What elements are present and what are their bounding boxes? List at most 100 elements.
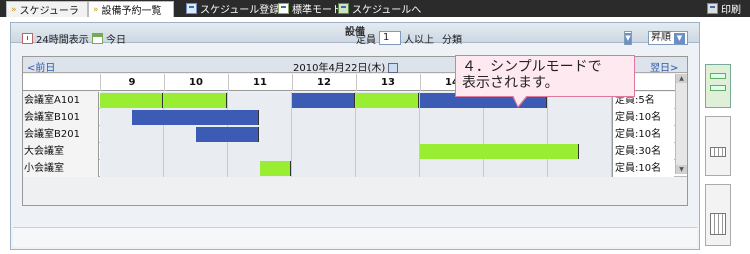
calendar-icon	[92, 32, 103, 44]
printer-icon	[707, 3, 718, 14]
room-capacity: 定員:30名	[612, 143, 674, 160]
hour-label: 10	[189, 77, 203, 88]
time-slot-cell[interactable]	[548, 126, 612, 143]
timeline-view-thumbnail[interactable]	[705, 116, 731, 176]
time-slot-cell[interactable]	[164, 143, 228, 160]
capacity-filter: 定員 1 人以上	[356, 30, 434, 46]
time-slot-cell[interactable]	[100, 126, 164, 143]
reservation-bar[interactable]	[356, 93, 419, 108]
to-schedule-button[interactable]: スケジュールへ	[338, 1, 421, 16]
vertical-scrollbar[interactable]: ▲ ▼	[675, 74, 687, 174]
time-slot-cell[interactable]	[292, 143, 356, 160]
room-row: 会議室B201 定員:10名	[23, 126, 687, 143]
print-label: 印刷	[721, 5, 741, 16]
double-chevron-icon: »	[93, 4, 99, 15]
hour-divider	[292, 74, 293, 91]
hour-divider	[100, 74, 101, 91]
time-slot-cell[interactable]	[420, 160, 484, 177]
hour-divider	[356, 74, 357, 91]
today-label: 今日	[106, 34, 126, 46]
hour-divider	[420, 74, 421, 91]
clock-icon	[22, 32, 33, 44]
time-slot-cell[interactable]	[356, 143, 420, 160]
room-name[interactable]: 会議室A101	[23, 92, 99, 109]
time-slot-cell[interactable]	[420, 126, 484, 143]
time-slot-cell[interactable]	[356, 160, 420, 177]
reservation-bar[interactable]	[420, 144, 579, 159]
controls-row: 24時間表示 今日 定員 1 人以上 分類 ▼ 昇順 ▼	[22, 30, 688, 46]
capacity-suffix: 人以上	[404, 34, 434, 46]
grid-view-thumbnail[interactable]	[705, 184, 731, 246]
time-slot-cell[interactable]	[292, 109, 356, 126]
capacity-label: 定員	[356, 34, 376, 46]
grid-view-icon	[710, 213, 726, 235]
standard-mode-button[interactable]: 標準モード	[278, 1, 342, 16]
reservation-bar[interactable]	[100, 93, 163, 108]
room-row: 小会議室 定員:10名	[23, 160, 687, 177]
next-day-link[interactable]: 翌日>	[650, 59, 678, 74]
hour-divider	[164, 74, 165, 91]
time-slot-cell[interactable]	[228, 143, 292, 160]
time-slot-cell[interactable]	[100, 160, 164, 177]
time-slot-cell[interactable]	[548, 109, 612, 126]
time-slot-cell[interactable]	[228, 92, 292, 109]
panel-footer	[13, 227, 697, 247]
room-capacity: 定員:10名	[612, 109, 674, 126]
sort-order-select[interactable]: 昇順 ▼	[648, 30, 688, 46]
print-button[interactable]: 印刷	[707, 1, 741, 16]
tutorial-callout: ４．シンプルモードで 表示されます。	[455, 55, 635, 97]
current-date: 2010年4月22日(木)	[293, 59, 399, 74]
reservation-bar[interactable]	[260, 161, 291, 176]
room-capacity: 定員:10名	[612, 160, 674, 177]
time-slot-cell[interactable]	[356, 126, 420, 143]
time-slot-cell[interactable]	[484, 160, 548, 177]
reservation-bar[interactable]	[292, 93, 355, 108]
display-24h-button[interactable]: 24時間表示	[22, 30, 89, 46]
time-slot-cell[interactable]	[164, 160, 228, 177]
time-slot-cell[interactable]	[420, 109, 484, 126]
tab-facility-list-label: 設備予約一覧	[101, 6, 162, 17]
reservation-bar[interactable]	[132, 110, 259, 125]
schedule-register-button[interactable]: スケジュール登録	[186, 1, 279, 16]
tab-facility-list[interactable]: » 設備予約一覧	[88, 1, 174, 17]
time-slot-cell[interactable]	[292, 126, 356, 143]
category-select[interactable]: ▼	[624, 30, 632, 46]
scroll-up-icon[interactable]: ▲	[676, 74, 687, 83]
display-24h-label: 24時間表示	[36, 34, 89, 46]
capacity-input[interactable]: 1	[379, 31, 401, 45]
hour-label: 9	[128, 77, 136, 88]
reservation-bar[interactable]	[196, 127, 259, 142]
callout-pointer-fill	[513, 95, 527, 106]
time-slot-cell[interactable]	[548, 160, 612, 177]
chevron-down-icon: ▼	[674, 32, 685, 44]
time-slot-cell[interactable]	[292, 160, 356, 177]
time-slot-cell[interactable]	[356, 109, 420, 126]
standard-mode-icon	[278, 3, 289, 14]
calendar-picker-icon[interactable]	[388, 63, 399, 73]
time-slot-cell[interactable]	[484, 109, 548, 126]
simple-view-thumbnail[interactable]	[705, 64, 731, 108]
to-schedule-icon	[338, 3, 349, 14]
tab-scheduler[interactable]: » スケジューラ	[6, 1, 88, 17]
room-row: 会議室B101 定員:10名	[23, 109, 687, 126]
hour-label: 13	[381, 77, 395, 88]
category-label: 分類	[442, 34, 462, 46]
room-name[interactable]: 会議室B101	[23, 109, 99, 126]
room-name[interactable]: 小会議室	[23, 160, 99, 177]
time-slot-cell[interactable]	[100, 143, 164, 160]
sort-order-value: 昇順	[651, 32, 671, 43]
room-capacity: 定員:10名	[612, 126, 674, 143]
time-slot-cell[interactable]	[484, 126, 548, 143]
room-name[interactable]: 会議室B201	[23, 126, 99, 143]
scroll-down-icon[interactable]: ▼	[676, 165, 687, 174]
schedule-register-label: スケジュール登録	[200, 5, 280, 16]
today-button[interactable]: 今日	[92, 30, 126, 46]
reservation-bar[interactable]	[164, 93, 227, 108]
schedule-register-icon	[186, 3, 197, 14]
top-toolbar: » スケジューラ » 設備予約一覧 スケジュール登録 標準モード スケジュールへ…	[0, 0, 750, 17]
tab-scheduler-label: スケジューラ	[19, 6, 79, 17]
date-text: 2010年4月22日(木)	[293, 63, 386, 74]
to-schedule-label: スケジュールへ	[352, 5, 422, 16]
prev-day-link[interactable]: <前日	[27, 59, 55, 74]
room-name[interactable]: 大会議室	[23, 143, 99, 160]
